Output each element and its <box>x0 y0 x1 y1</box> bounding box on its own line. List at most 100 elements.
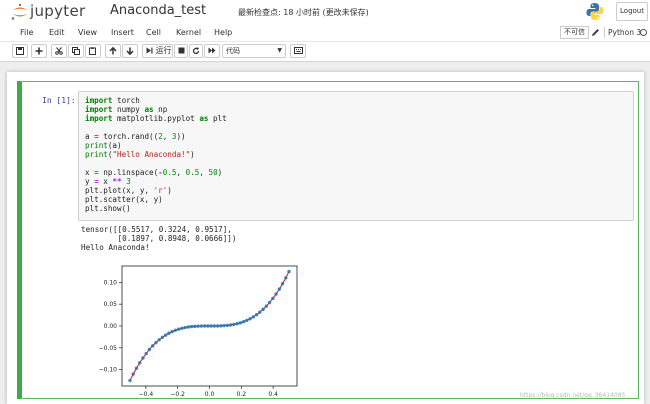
data-point <box>219 324 223 328</box>
data-point <box>131 372 135 376</box>
code-line: print("Hello Anaconda!") <box>85 150 195 159</box>
run-button[interactable]: 运行 <box>142 44 173 58</box>
fast-forward-icon <box>208 47 216 54</box>
logout-button[interactable]: Logout <box>616 2 648 21</box>
refresh-icon <box>192 47 200 55</box>
y-tick-label: −0.10 <box>99 367 118 374</box>
move-down-button[interactable] <box>122 44 138 58</box>
cut-button[interactable] <box>51 44 67 58</box>
output-line: tensor([[0.5517, 0.3224, 0.9517], <box>81 225 232 234</box>
data-point <box>141 356 145 360</box>
y-tick-label: 0.00 <box>104 323 118 330</box>
code-line: import numpy as np <box>85 105 168 114</box>
save-button[interactable] <box>12 44 28 58</box>
code-line: plt.show() <box>85 204 131 213</box>
trusted-indicator[interactable]: 不可信 <box>560 26 589 39</box>
kernel-status-icon <box>640 29 647 36</box>
y-tick-label: 0.10 <box>104 279 118 286</box>
jupyter-logo-icon[interactable] <box>10 3 30 21</box>
data-point <box>264 304 269 308</box>
plus-icon <box>35 47 43 55</box>
data-point <box>215 324 220 328</box>
header: jupyter Anaconda_test 最新检查点: 18 小时前 (更改未… <box>0 0 650 24</box>
paste-button[interactable] <box>85 44 101 58</box>
save-icon <box>16 47 24 55</box>
jupyter-logo-text[interactable]: jupyter <box>30 2 85 20</box>
data-point <box>248 317 252 321</box>
data-point <box>209 324 213 328</box>
data-point <box>232 322 236 327</box>
code-line: import matplotlib.pyplot as plt <box>85 114 227 123</box>
data-point <box>261 307 265 312</box>
data-point <box>241 320 246 324</box>
stop-icon <box>178 47 184 54</box>
data-point <box>137 361 142 365</box>
data-point <box>186 325 191 329</box>
data-point <box>157 338 161 342</box>
output-plot: −0.4 −0.2 0.0 0.2 0.4 −0.10 −0.05 0.00 0.05 0.10 <box>99 265 298 396</box>
copy-button[interactable] <box>68 44 84 58</box>
code-line: plt.plot(x, y, 'r') <box>85 186 172 195</box>
data-point <box>150 344 155 348</box>
data-point <box>206 324 210 328</box>
data-point <box>284 276 288 280</box>
notebook-container: In [1]: import torch import numpy as np … <box>7 72 644 404</box>
menu-kernel[interactable]: Kernel <box>176 28 201 37</box>
checkpoint-status: 最新检查点: 18 小时前 (更改未保存) <box>238 8 369 17</box>
kernel-name[interactable]: Python 3 <box>608 28 641 37</box>
pencil-icon[interactable] <box>591 28 600 37</box>
move-up-button[interactable] <box>105 44 121 58</box>
x-tick-label: 0.0 <box>205 391 215 396</box>
data-point <box>280 282 285 286</box>
output-line: Hello Anaconda! <box>81 243 150 252</box>
data-point <box>147 347 152 352</box>
arrow-down-icon <box>126 47 134 55</box>
menu-file[interactable]: File <box>20 28 33 37</box>
data-point <box>128 378 132 383</box>
toolbar: 运行 代码 ▼ <box>0 42 650 62</box>
data-point <box>245 318 249 323</box>
code-cell[interactable]: In [1]: import torch import numpy as np … <box>17 81 639 399</box>
data-point <box>167 331 171 335</box>
x-tick-label: −0.2 <box>170 391 185 396</box>
chevron-down-icon: ▼ <box>277 47 282 54</box>
menu-cell[interactable]: Cell <box>146 28 161 37</box>
insert-cell-button[interactable] <box>31 44 47 58</box>
data-point <box>251 315 256 319</box>
restart-run-all-button[interactable] <box>204 44 220 58</box>
kernel-separator <box>604 27 605 38</box>
data-point <box>176 327 181 331</box>
code-editor[interactable]: import torch import numpy as np import m… <box>78 91 634 221</box>
x-tick-label: 0.2 <box>237 391 247 396</box>
cell-type-select[interactable]: 代码 ▼ <box>222 44 286 58</box>
input-prompt: In [1]: <box>42 96 76 105</box>
data-point <box>183 325 187 330</box>
command-palette-button[interactable] <box>290 44 306 58</box>
interrupt-button[interactable] <box>174 44 188 58</box>
menu-edit[interactable]: Edit <box>49 28 65 37</box>
data-point <box>202 324 207 328</box>
data-point <box>238 321 243 325</box>
data-point <box>267 300 272 305</box>
menu-view[interactable]: View <box>78 28 97 37</box>
data-point <box>228 323 233 327</box>
data-point <box>160 335 165 340</box>
menu-help[interactable]: Help <box>214 28 232 37</box>
data-point <box>277 287 282 291</box>
data-point <box>274 292 278 296</box>
watermark-text: https://blog.csdn.net/qq_36414085 <box>520 392 626 399</box>
data-point <box>170 329 174 334</box>
menu-insert[interactable]: Insert <box>111 28 134 37</box>
copy-icon <box>72 47 80 55</box>
data-point <box>287 269 291 274</box>
notebook-name[interactable]: Anaconda_test <box>110 3 206 18</box>
data-point <box>144 351 148 356</box>
arrow-up-icon <box>109 47 117 55</box>
data-point <box>173 328 178 332</box>
data-point <box>193 324 197 329</box>
restart-button[interactable] <box>189 44 203 58</box>
output-line: [0.1897, 0.8948, 0.0666]]) <box>81 234 237 243</box>
data-point <box>225 323 230 328</box>
code-line: plt.scatter(x, y) <box>85 195 163 204</box>
code-line: import torch <box>85 96 140 105</box>
